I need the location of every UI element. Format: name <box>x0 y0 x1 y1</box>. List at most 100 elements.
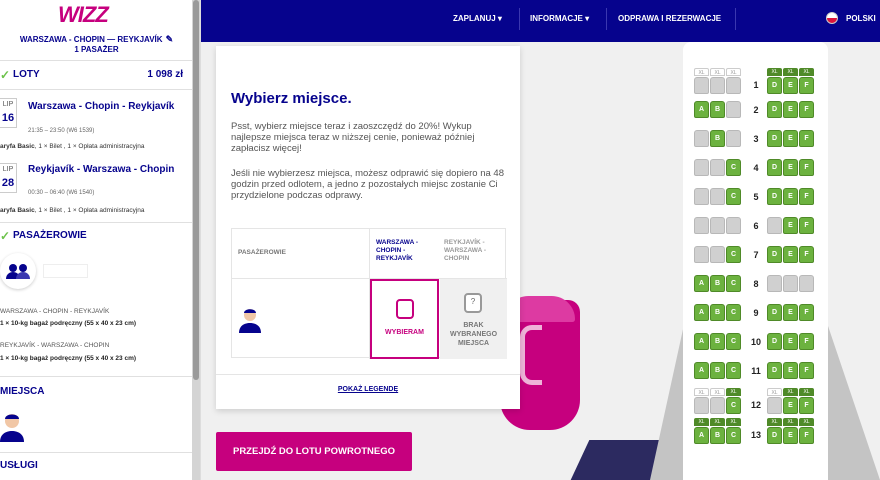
seat-5F[interactable]: F <box>799 188 814 205</box>
seat-8A[interactable]: A <box>694 275 709 292</box>
seat-12F[interactable]: F <box>799 397 814 414</box>
seat-8B[interactable]: B <box>710 275 725 292</box>
wizz-logo[interactable]: WIZZ <box>58 2 120 28</box>
seat-10A[interactable]: A <box>694 333 709 350</box>
seat-10C[interactable]: C <box>726 333 741 350</box>
luggage-handle-graphic <box>520 325 542 385</box>
seat-11D[interactable]: D <box>767 362 782 379</box>
row-number: 11 <box>751 366 761 376</box>
edit-pencil-icon[interactable]: ✎ <box>166 34 174 44</box>
seat-9E[interactable]: E <box>783 304 798 321</box>
seat-row: XL A XL B XL C XL D XL E XL F 12 <box>683 388 828 418</box>
seat-4C[interactable]: C <box>726 159 741 176</box>
check-icon: ✓ <box>0 68 11 82</box>
col-return[interactable]: REYKJAVÍK - WARSZAWA - CHOPIN <box>444 239 502 263</box>
seat-2B[interactable]: B <box>710 101 725 118</box>
seat-5C[interactable]: C <box>726 188 741 205</box>
row-number: 3 <box>753 134 759 144</box>
seat-2D[interactable]: D <box>767 101 782 118</box>
seat-10B[interactable]: B <box>710 333 725 350</box>
services-heading[interactable]: USŁUGI <box>0 454 193 478</box>
seat-11C[interactable]: C <box>726 362 741 379</box>
seat-11E[interactable]: E <box>783 362 798 379</box>
seat-7E[interactable]: E <box>783 246 798 263</box>
seat-7F[interactable]: F <box>799 246 814 263</box>
seat-6F[interactable]: F <box>799 217 814 234</box>
flights-section-header[interactable]: ✓ LOTY 1 098 zł <box>0 63 193 87</box>
seat-9D[interactable]: D <box>767 304 782 321</box>
seat-3F[interactable]: F <box>799 130 814 147</box>
col-outbound[interactable]: WARSZAWA - CHOPIN - REYKJAVÍK <box>376 239 434 263</box>
seat-row: ABC DEF 9 <box>683 301 828 330</box>
sidebar-scrollbar[interactable] <box>192 0 200 480</box>
seat-11A[interactable]: A <box>694 362 709 379</box>
seat-9F[interactable]: F <box>799 304 814 321</box>
seat-7C[interactable]: C <box>726 246 741 263</box>
seat-8F: F <box>799 275 814 292</box>
nav-checkin[interactable]: ODPRAWA I REZERWACJE <box>618 14 721 23</box>
passenger-group-avatar[interactable] <box>0 253 36 289</box>
seat-icon <box>396 299 414 319</box>
seat-3B[interactable]: B <box>710 130 725 147</box>
seat-4D[interactable]: D <box>767 159 782 176</box>
seat-3E[interactable]: E <box>783 130 798 147</box>
seat-12D: D <box>767 397 782 414</box>
fare-return: aryfa Basic, 1 × Bilet , 1 × Opłata admi… <box>0 207 145 214</box>
language-selector[interactable]: POLSKI <box>846 14 876 23</box>
seat-11B[interactable]: B <box>710 362 725 379</box>
seat-13A[interactable]: A <box>694 427 709 444</box>
seat-13F[interactable]: F <box>799 427 814 444</box>
seat-question-icon: ? <box>464 293 482 313</box>
seat-6E[interactable]: E <box>783 217 798 234</box>
seat-2C: C <box>726 101 741 118</box>
seat-1D[interactable]: D <box>767 77 782 94</box>
passenger-route-return: REYKJAVÍK - WARSZAWA - CHOPIN <box>0 342 110 349</box>
seat-11F[interactable]: F <box>799 362 814 379</box>
seat-13D[interactable]: D <box>767 427 782 444</box>
seat-8D: D <box>767 275 782 292</box>
scrollbar-thumb[interactable] <box>193 0 199 380</box>
select-seat-label: WYBIERAM <box>385 329 424 336</box>
passengers-icon <box>6 264 30 279</box>
nav-info[interactable]: INFORMACJE ▾ <box>530 14 589 23</box>
seat-10F[interactable]: F <box>799 333 814 350</box>
seat-2A[interactable]: A <box>694 101 709 118</box>
xl-label: XL <box>710 68 725 76</box>
seat-9A[interactable]: A <box>694 304 709 321</box>
passengers-section-header[interactable]: ✓ PASAŻEROWIE <box>0 224 193 248</box>
seat-10D[interactable]: D <box>767 333 782 350</box>
seat-2E[interactable]: E <box>783 101 798 118</box>
row-number: 8 <box>753 279 759 289</box>
seat-3D[interactable]: D <box>767 130 782 147</box>
row-number: 6 <box>753 221 759 231</box>
seat-4F[interactable]: F <box>799 159 814 176</box>
seat-10E[interactable]: E <box>783 333 798 350</box>
seat-2F[interactable]: F <box>799 101 814 118</box>
xl-label: XL <box>767 388 782 396</box>
seat-row: A B C D E F 11 <box>683 359 828 388</box>
select-seat-button[interactable]: WYBIERAM <box>370 279 439 359</box>
seat-6A: A <box>694 217 709 234</box>
seat-13B[interactable]: B <box>710 427 725 444</box>
seat-5D[interactable]: D <box>767 188 782 205</box>
row-number: 2 <box>753 105 759 115</box>
divider <box>0 222 193 223</box>
seat-13C[interactable]: C <box>726 427 741 444</box>
seat-7D[interactable]: D <box>767 246 782 263</box>
xl-label: XL <box>726 68 741 76</box>
seat-9B[interactable]: B <box>710 304 725 321</box>
seat-12E[interactable]: E <box>783 397 798 414</box>
show-legend-link[interactable]: POKAŻ LEGENDĘ <box>216 386 520 393</box>
seat-12C[interactable]: C <box>726 397 741 414</box>
seat-8C[interactable]: C <box>726 275 741 292</box>
seat-4B: B <box>710 159 725 176</box>
go-to-return-flight-button[interactable]: PRZEJDŹ DO LOTU POWROTNEGO <box>216 432 412 471</box>
seat-1F[interactable]: F <box>799 77 814 94</box>
seat-4E[interactable]: E <box>783 159 798 176</box>
seat-12B: B <box>710 397 725 414</box>
seat-13E[interactable]: E <box>783 427 798 444</box>
seat-9C[interactable]: C <box>726 304 741 321</box>
nav-plan[interactable]: ZAPLANUJ ▾ <box>453 14 502 23</box>
seat-5E[interactable]: E <box>783 188 798 205</box>
seat-1E[interactable]: E <box>783 77 798 94</box>
